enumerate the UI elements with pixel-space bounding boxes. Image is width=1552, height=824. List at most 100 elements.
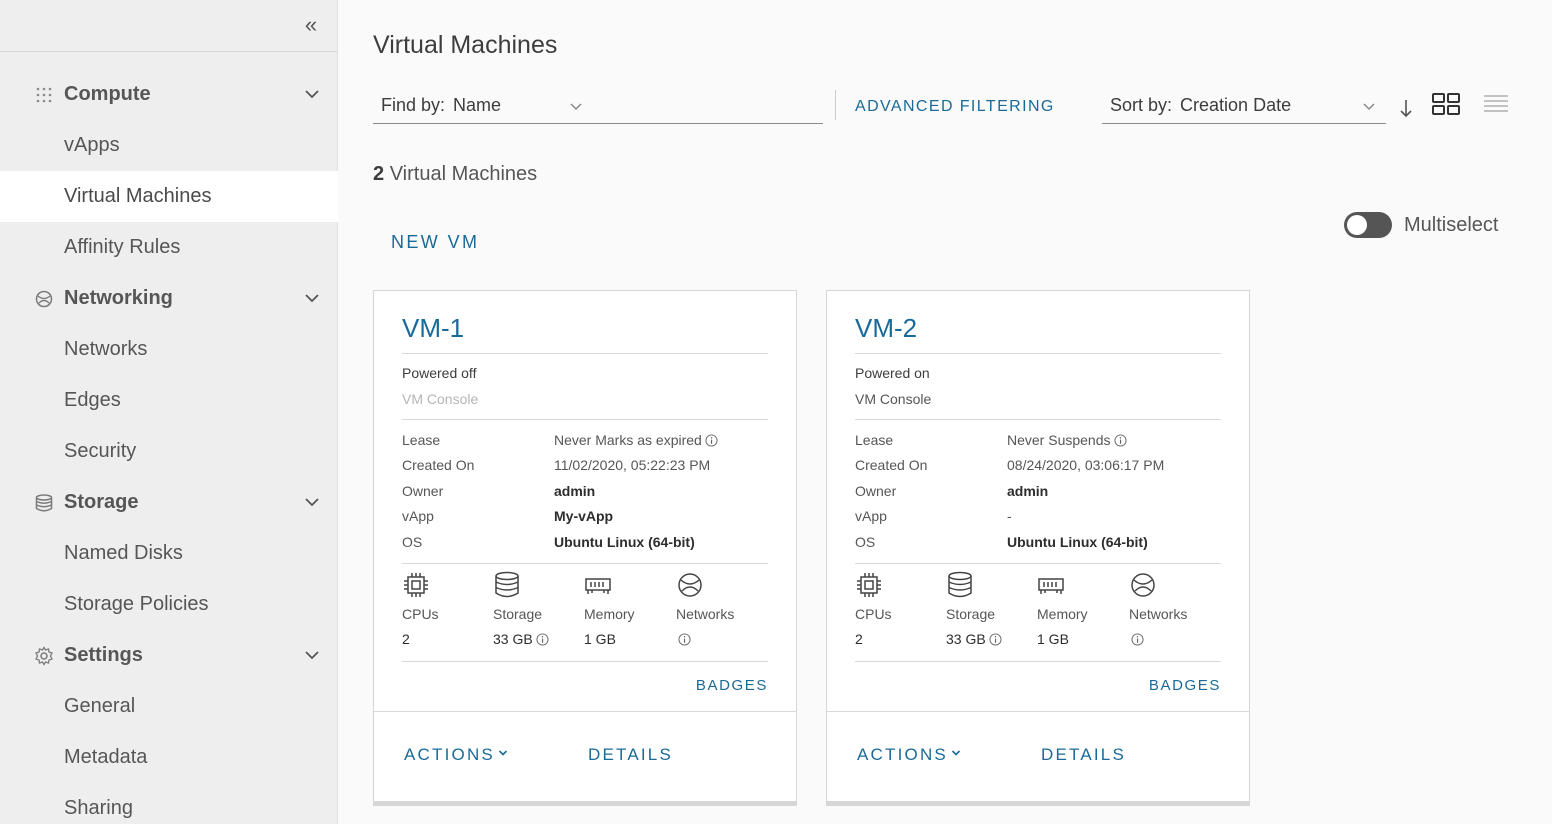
advanced-filtering-link[interactable]: ADVANCED FILTERING bbox=[855, 98, 1055, 116]
vm-name-link[interactable]: VM-2 bbox=[855, 313, 917, 344]
sidebar-item-metadata[interactable]: Metadata bbox=[0, 732, 338, 783]
chevron-down-icon[interactable] bbox=[304, 494, 320, 510]
vm-card: VM-1 Powered off VM Console Lease Never … bbox=[373, 290, 797, 802]
memory-module-icon bbox=[585, 578, 611, 594]
details-button[interactable]: DETAILS bbox=[588, 745, 673, 765]
card-footer-divider bbox=[374, 711, 796, 712]
find-by-dropdown[interactable]: Find by: Name bbox=[373, 88, 823, 124]
info-icon[interactable] bbox=[1131, 633, 1144, 646]
sidebar-item-edges[interactable]: Edges bbox=[0, 375, 338, 426]
sidebar-header: « bbox=[0, 0, 337, 52]
sidebar-nav: Compute vApps Virtual Machines Affinity … bbox=[0, 69, 338, 824]
sidebar-item-named-disks[interactable]: Named Disks bbox=[0, 528, 338, 579]
os-label: OS bbox=[402, 534, 423, 550]
owner-label: Owner bbox=[855, 483, 897, 499]
info-icon[interactable] bbox=[989, 633, 1002, 646]
sidebar-item-networks[interactable]: Networks bbox=[0, 324, 338, 375]
power-state: Powered off bbox=[402, 365, 477, 381]
memory-stat: Memory 1 GB bbox=[584, 571, 676, 649]
details-button[interactable]: DETAILS bbox=[1041, 745, 1126, 765]
chevron-down-icon[interactable] bbox=[304, 290, 320, 306]
actions-dropdown[interactable]: ACTIONS bbox=[404, 745, 508, 765]
cpus-value: 2 bbox=[855, 631, 863, 647]
created-on-row: Created On 11/02/2020, 05:22:23 PM bbox=[402, 457, 768, 477]
cpus-label: CPUs bbox=[402, 606, 439, 622]
sidebar-item-virtual-machines[interactable]: Virtual Machines bbox=[0, 171, 338, 222]
card-view-icon[interactable] bbox=[1431, 92, 1461, 116]
lease-value: Never Suspends bbox=[1007, 432, 1127, 448]
memory-label: Memory bbox=[1037, 606, 1088, 622]
owner-row: Owner admin bbox=[855, 483, 1221, 503]
multiselect-toggle[interactable] bbox=[1344, 212, 1392, 238]
vm-count-label: Virtual Machines bbox=[389, 163, 538, 185]
chevron-down-icon[interactable] bbox=[304, 647, 320, 663]
new-vm-button[interactable]: NEW VM bbox=[391, 232, 479, 253]
database-icon bbox=[34, 493, 54, 513]
storage-label: Storage bbox=[493, 606, 543, 622]
card-divider bbox=[402, 563, 768, 564]
networks-stat: Networks bbox=[1129, 571, 1221, 649]
sidebar-item-vapps[interactable]: vApps bbox=[0, 120, 338, 171]
sidebar-section-networking[interactable]: Networking bbox=[0, 273, 338, 324]
card-divider bbox=[402, 353, 768, 354]
multiselect-label: Multiselect bbox=[1404, 214, 1499, 236]
sort-by-dropdown[interactable]: Sort by: Creation Date bbox=[1102, 88, 1386, 124]
storage-label: Storage bbox=[946, 606, 996, 622]
lease-row: Lease Never Marks as expired bbox=[402, 432, 768, 452]
chevron-down-icon bbox=[951, 750, 961, 756]
created-on-row: Created On 08/24/2020, 03:06:17 PM bbox=[855, 457, 1221, 477]
sidebar-section-settings[interactable]: Settings bbox=[0, 630, 338, 681]
grid-dots-icon bbox=[34, 85, 54, 105]
sort-by-value: Creation Date bbox=[1180, 95, 1292, 115]
list-view-icon[interactable] bbox=[1481, 92, 1511, 116]
cpus-value: 2 bbox=[402, 631, 410, 647]
memory-stat: Memory 1 GB bbox=[1037, 571, 1129, 649]
memory-value: 1 GB bbox=[584, 631, 616, 647]
sort-by-label: Sort by: bbox=[1110, 95, 1173, 115]
badges-link[interactable]: BADGES bbox=[696, 677, 768, 694]
info-icon[interactable] bbox=[678, 633, 691, 646]
sidebar-item-affinity-rules[interactable]: Affinity Rules bbox=[0, 222, 338, 273]
owner-value: admin bbox=[1007, 483, 1049, 499]
badges-link[interactable]: BADGES bbox=[1149, 677, 1221, 694]
sidebar-item-storage-policies[interactable]: Storage Policies bbox=[0, 579, 338, 630]
actions-dropdown[interactable]: ACTIONS bbox=[857, 745, 961, 765]
card-divider bbox=[855, 419, 1221, 420]
created-on-value: 08/24/2020, 03:06:17 PM bbox=[1007, 457, 1165, 473]
info-icon[interactable] bbox=[1113, 434, 1127, 447]
page-title: Virtual Machines bbox=[373, 31, 558, 59]
vm-console-link[interactable]: VM Console bbox=[855, 391, 931, 407]
sort-descending-icon[interactable] bbox=[1398, 94, 1414, 120]
chevron-down-icon[interactable] bbox=[304, 86, 320, 102]
sidebar-item-general[interactable]: General bbox=[0, 681, 338, 732]
storage-value: 33 GB bbox=[493, 629, 585, 649]
info-icon[interactable] bbox=[705, 434, 718, 447]
owner-value: admin bbox=[554, 483, 596, 499]
storage-value: 33 GB bbox=[946, 629, 1038, 649]
sidebar: « Compute vApps Virtual Machines Affinit… bbox=[0, 0, 338, 824]
sidebar-section-label: Networking bbox=[64, 287, 173, 309]
vapp-row: vApp My-vApp bbox=[402, 508, 768, 528]
collapse-sidebar-icon[interactable]: « bbox=[301, 12, 321, 38]
sidebar-item-sharing[interactable]: Sharing bbox=[0, 783, 338, 824]
sidebar-section-storage[interactable]: Storage bbox=[0, 477, 338, 528]
vm-name-link[interactable]: VM-1 bbox=[402, 313, 464, 344]
chevron-down-icon bbox=[498, 750, 508, 756]
gear-icon bbox=[34, 645, 54, 666]
actions-label: ACTIONS bbox=[404, 745, 495, 764]
sidebar-section-label: Settings bbox=[64, 644, 143, 666]
vm-console-link: VM Console bbox=[402, 391, 479, 407]
sidebar-section-compute[interactable]: Compute bbox=[0, 69, 338, 120]
storage-text: 33 GB bbox=[493, 631, 533, 647]
card-divider bbox=[855, 661, 1221, 662]
network-globe-icon bbox=[34, 289, 54, 309]
card-divider bbox=[855, 353, 1221, 354]
os-value: Ubuntu Linux (64-bit) bbox=[554, 534, 695, 550]
info-icon[interactable] bbox=[536, 633, 549, 646]
networks-value bbox=[1129, 629, 1221, 649]
power-state: Powered on bbox=[855, 365, 930, 381]
sidebar-item-security[interactable]: Security bbox=[0, 426, 338, 477]
lease-label: Lease bbox=[402, 432, 441, 448]
card-divider bbox=[855, 563, 1221, 564]
vapp-value: - bbox=[1007, 508, 1012, 524]
